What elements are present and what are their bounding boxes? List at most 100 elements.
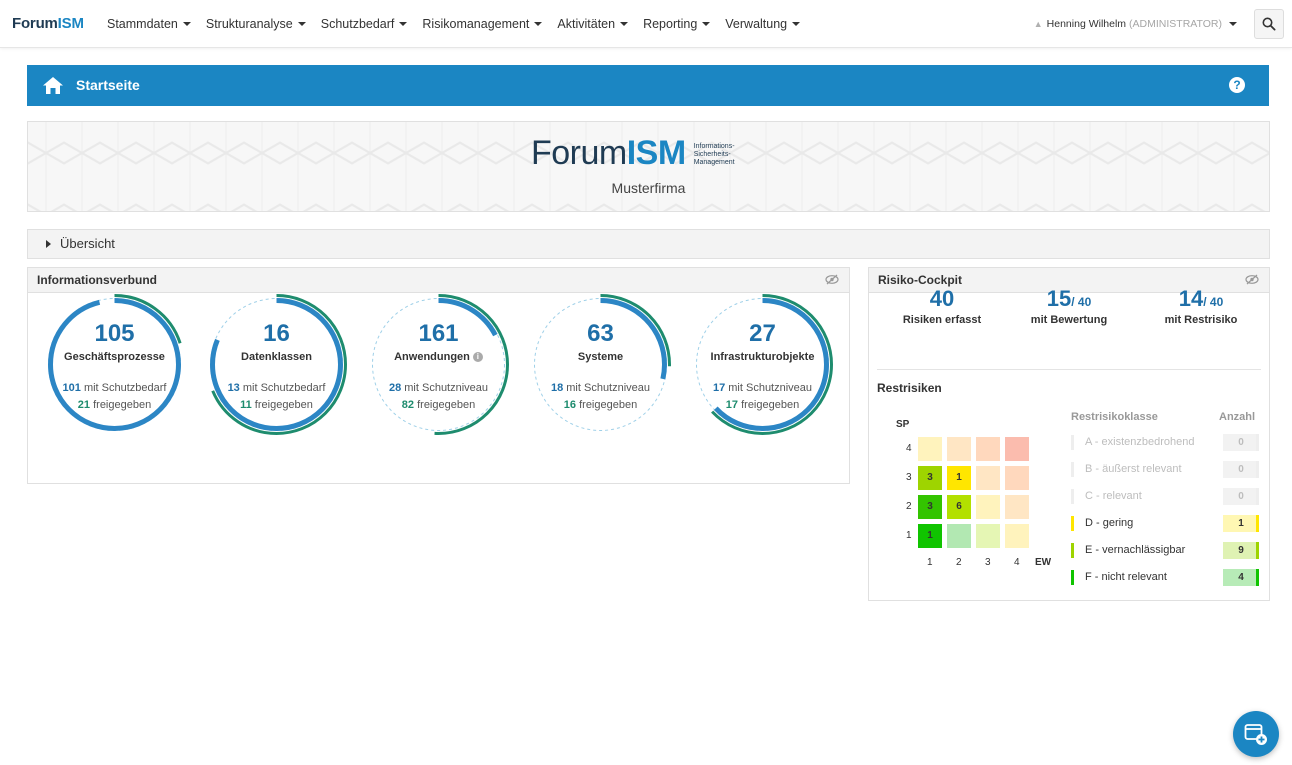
matrix-cell	[1005, 524, 1029, 548]
user-icon: ▲	[1033, 18, 1043, 29]
panel-title: Risiko-Cockpit	[878, 273, 963, 287]
legend-count: 9	[1223, 542, 1259, 559]
legend-count: 1	[1223, 515, 1259, 532]
matrix-cell	[1005, 495, 1029, 519]
company-name: Musterfirma	[611, 180, 686, 196]
legend-count: 0	[1223, 488, 1259, 505]
matrix-cell	[947, 437, 971, 461]
ring-green-arc	[44, 294, 185, 435]
overview-toggle[interactable]: Übersicht	[27, 229, 1270, 259]
x-axis-label: EW	[1035, 557, 1052, 568]
circle-line-1: 17 mit Schutzniveau	[712, 382, 813, 394]
page-title: Startseite	[76, 77, 140, 93]
user-role: (ADMINISTRATOR)	[1129, 17, 1222, 30]
circle-card-3[interactable]: 63 Systeme 18 mit Schutzniveau 16 freigegeb…	[528, 292, 673, 437]
legend-row[interactable]: F - nicht relevant 4	[1071, 568, 1259, 586]
legend-row[interactable]: C - relevant 0	[1071, 487, 1259, 505]
caret-right-icon	[46, 240, 51, 248]
caret-down-icon	[534, 22, 543, 27]
legend-count: 4	[1223, 569, 1259, 586]
progress-ring	[44, 294, 185, 435]
legend-color-bar	[1071, 570, 1074, 585]
divider	[877, 369, 1261, 370]
circle-label: Systeme	[577, 351, 624, 363]
matrix-cell[interactable]: 1	[918, 524, 942, 548]
circle-label: Datenklassen	[241, 351, 312, 363]
circle-line-1: 101 mit Schutzbedarf	[62, 382, 167, 394]
legend-row[interactable]: B - äußerst relevant 0	[1071, 460, 1259, 478]
stat-mit-bewertung[interactable]: 15/ 40 mit Bewertung	[1009, 286, 1129, 326]
circle-line-1: 28 mit Schutzniveau	[388, 382, 489, 394]
legend-label: C - relevant	[1085, 490, 1142, 502]
brand-logo[interactable]: ForumISM	[12, 15, 84, 32]
menu-risikomanagement[interactable]: Risikomanagement	[422, 17, 543, 31]
menu-verwaltung[interactable]: Verwaltung	[725, 17, 801, 31]
legend-header-class: Restrisikoklasse	[1071, 411, 1158, 423]
x-tick: 2	[956, 557, 962, 568]
legend-color-bar	[1071, 516, 1074, 531]
circle-line-1: 13 mit Schutzbedarf	[227, 382, 326, 394]
circle-count: 105	[94, 320, 135, 347]
y-axis-label: SP	[896, 419, 910, 430]
help-icon[interactable]: ?	[1229, 77, 1245, 93]
circle-line-1: 18 mit Schutzniveau	[550, 382, 651, 394]
y-tick: 3	[906, 472, 912, 483]
legend-row[interactable]: E - vernachlässigbar 9	[1071, 541, 1259, 559]
circle-line-2: 21 freigegeben	[77, 399, 152, 411]
caret-down-icon	[702, 22, 711, 27]
risiko-cockpit-panel: Risiko-Cockpit 40 Risiken erfasst 15/ 40…	[868, 267, 1270, 601]
ring-green-arc	[368, 294, 509, 435]
menu-aktivitaeten[interactable]: Aktivitäten	[557, 17, 629, 31]
circle-card-4[interactable]: 27 Infrastrukturobjekte 17 mit Schutznivea…	[690, 292, 835, 437]
legend-label: A - existenzbedrohend	[1085, 436, 1195, 448]
hide-eye-icon[interactable]	[1245, 274, 1259, 285]
circle-card-0[interactable]: 105 Geschäftsprozesse 101 mit Schutzbedarf…	[42, 292, 187, 437]
user-menu[interactable]: ▲ Henning Wilhelm (ADMINISTRATOR)	[1034, 0, 1237, 47]
home-icon[interactable]	[43, 77, 63, 94]
legend-row[interactable]: D - gering 1	[1071, 514, 1259, 532]
info-icon[interactable]: i	[472, 352, 483, 362]
menu-strukturanalyse[interactable]: Strukturanalyse	[206, 17, 306, 31]
y-tick: 1	[906, 530, 912, 541]
hide-eye-icon[interactable]	[825, 274, 839, 285]
search-button[interactable]	[1254, 9, 1284, 39]
legend-count: 0	[1223, 461, 1259, 478]
matrix-cell	[1005, 437, 1029, 461]
legend-count: 0	[1223, 434, 1259, 451]
legend-row[interactable]: A - existenzbedrohend 0	[1071, 433, 1259, 451]
add-window-icon	[1244, 724, 1267, 745]
add-widget-button[interactable]	[1233, 711, 1279, 757]
matrix-cell[interactable]: 3	[918, 495, 942, 519]
matrix-cell	[976, 437, 1000, 461]
legend-label: B - äußerst relevant	[1085, 463, 1182, 475]
circle-count: 161	[418, 320, 459, 347]
matrix-cell[interactable]: 1	[947, 466, 971, 490]
restrisiken-title: Restrisiken	[877, 381, 942, 395]
legend-label: F - nicht relevant	[1085, 571, 1167, 583]
matrix-cell[interactable]: 3	[918, 466, 942, 490]
progress-ring	[692, 294, 833, 435]
legend-color-bar	[1071, 543, 1074, 558]
x-tick: 1	[927, 557, 933, 568]
menu-stammdaten[interactable]: Stammdaten	[107, 17, 191, 31]
page-header: Startseite ?	[27, 65, 1269, 106]
forumism-logo: ForumISM Informations- Sicherheits- Manage…	[531, 134, 735, 172]
circle-card-2[interactable]: 161 Anwendungen i 28 mit Schutzniveau 82 fre…	[366, 292, 511, 437]
circle-count: 16	[263, 320, 290, 347]
menu-reporting[interactable]: Reporting	[643, 17, 711, 31]
ring-green-arc	[530, 294, 671, 435]
circle-label: Infrastrukturobjekte	[710, 351, 815, 363]
company-banner: ForumISM Informations- Sicherheits- Manage…	[27, 121, 1270, 212]
circle-label: Anwendungen i	[366, 351, 511, 363]
circle-line-2: 82 freigegeben	[401, 399, 476, 411]
y-tick: 2	[906, 501, 912, 512]
legend-color-bar	[1071, 435, 1074, 450]
matrix-cell	[976, 524, 1000, 548]
circle-line-2: 16 freigegeben	[563, 399, 638, 411]
matrix-cell	[976, 466, 1000, 490]
matrix-cell[interactable]: 6	[947, 495, 971, 519]
menu-schutzbedarf[interactable]: Schutzbedarf	[321, 17, 408, 31]
stat-mit-restrisiko[interactable]: 14/ 40 mit Restrisiko	[1141, 286, 1261, 326]
stat-risiken-erfasst[interactable]: 40 Risiken erfasst	[882, 286, 1002, 326]
circle-card-1[interactable]: 16 Datenklassen 13 mit Schutzbedarf 11 frei…	[204, 292, 349, 437]
